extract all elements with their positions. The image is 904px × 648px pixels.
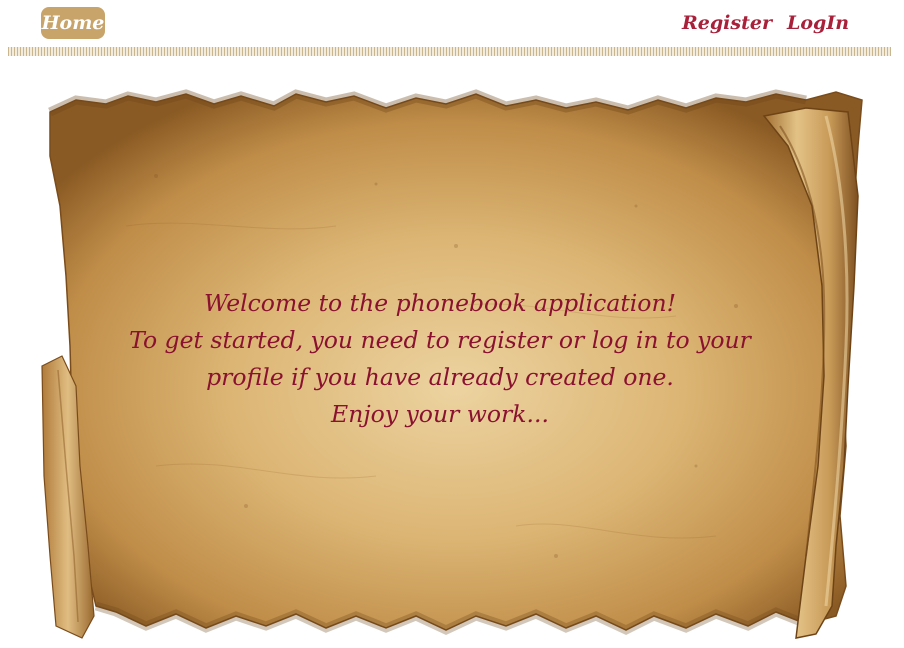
top-navigation: Home Register LogIn <box>0 0 904 48</box>
welcome-line: Welcome to the phonebook application! <box>203 289 677 317</box>
instructions-line: To get started, you need to register or … <box>129 326 751 354</box>
home-button[interactable]: Home <box>41 7 105 39</box>
register-link[interactable]: Register <box>682 10 772 36</box>
header-divider <box>8 47 891 56</box>
welcome-message: Welcome to the phonebook application! To… <box>80 285 800 433</box>
page: Home Register LogIn Welcome to the phone… <box>0 0 904 648</box>
login-link[interactable]: LogIn <box>787 10 849 36</box>
instructions-line-2: profile if you have already created one. <box>206 363 674 391</box>
closing-line: Enjoy your work... <box>331 400 549 428</box>
